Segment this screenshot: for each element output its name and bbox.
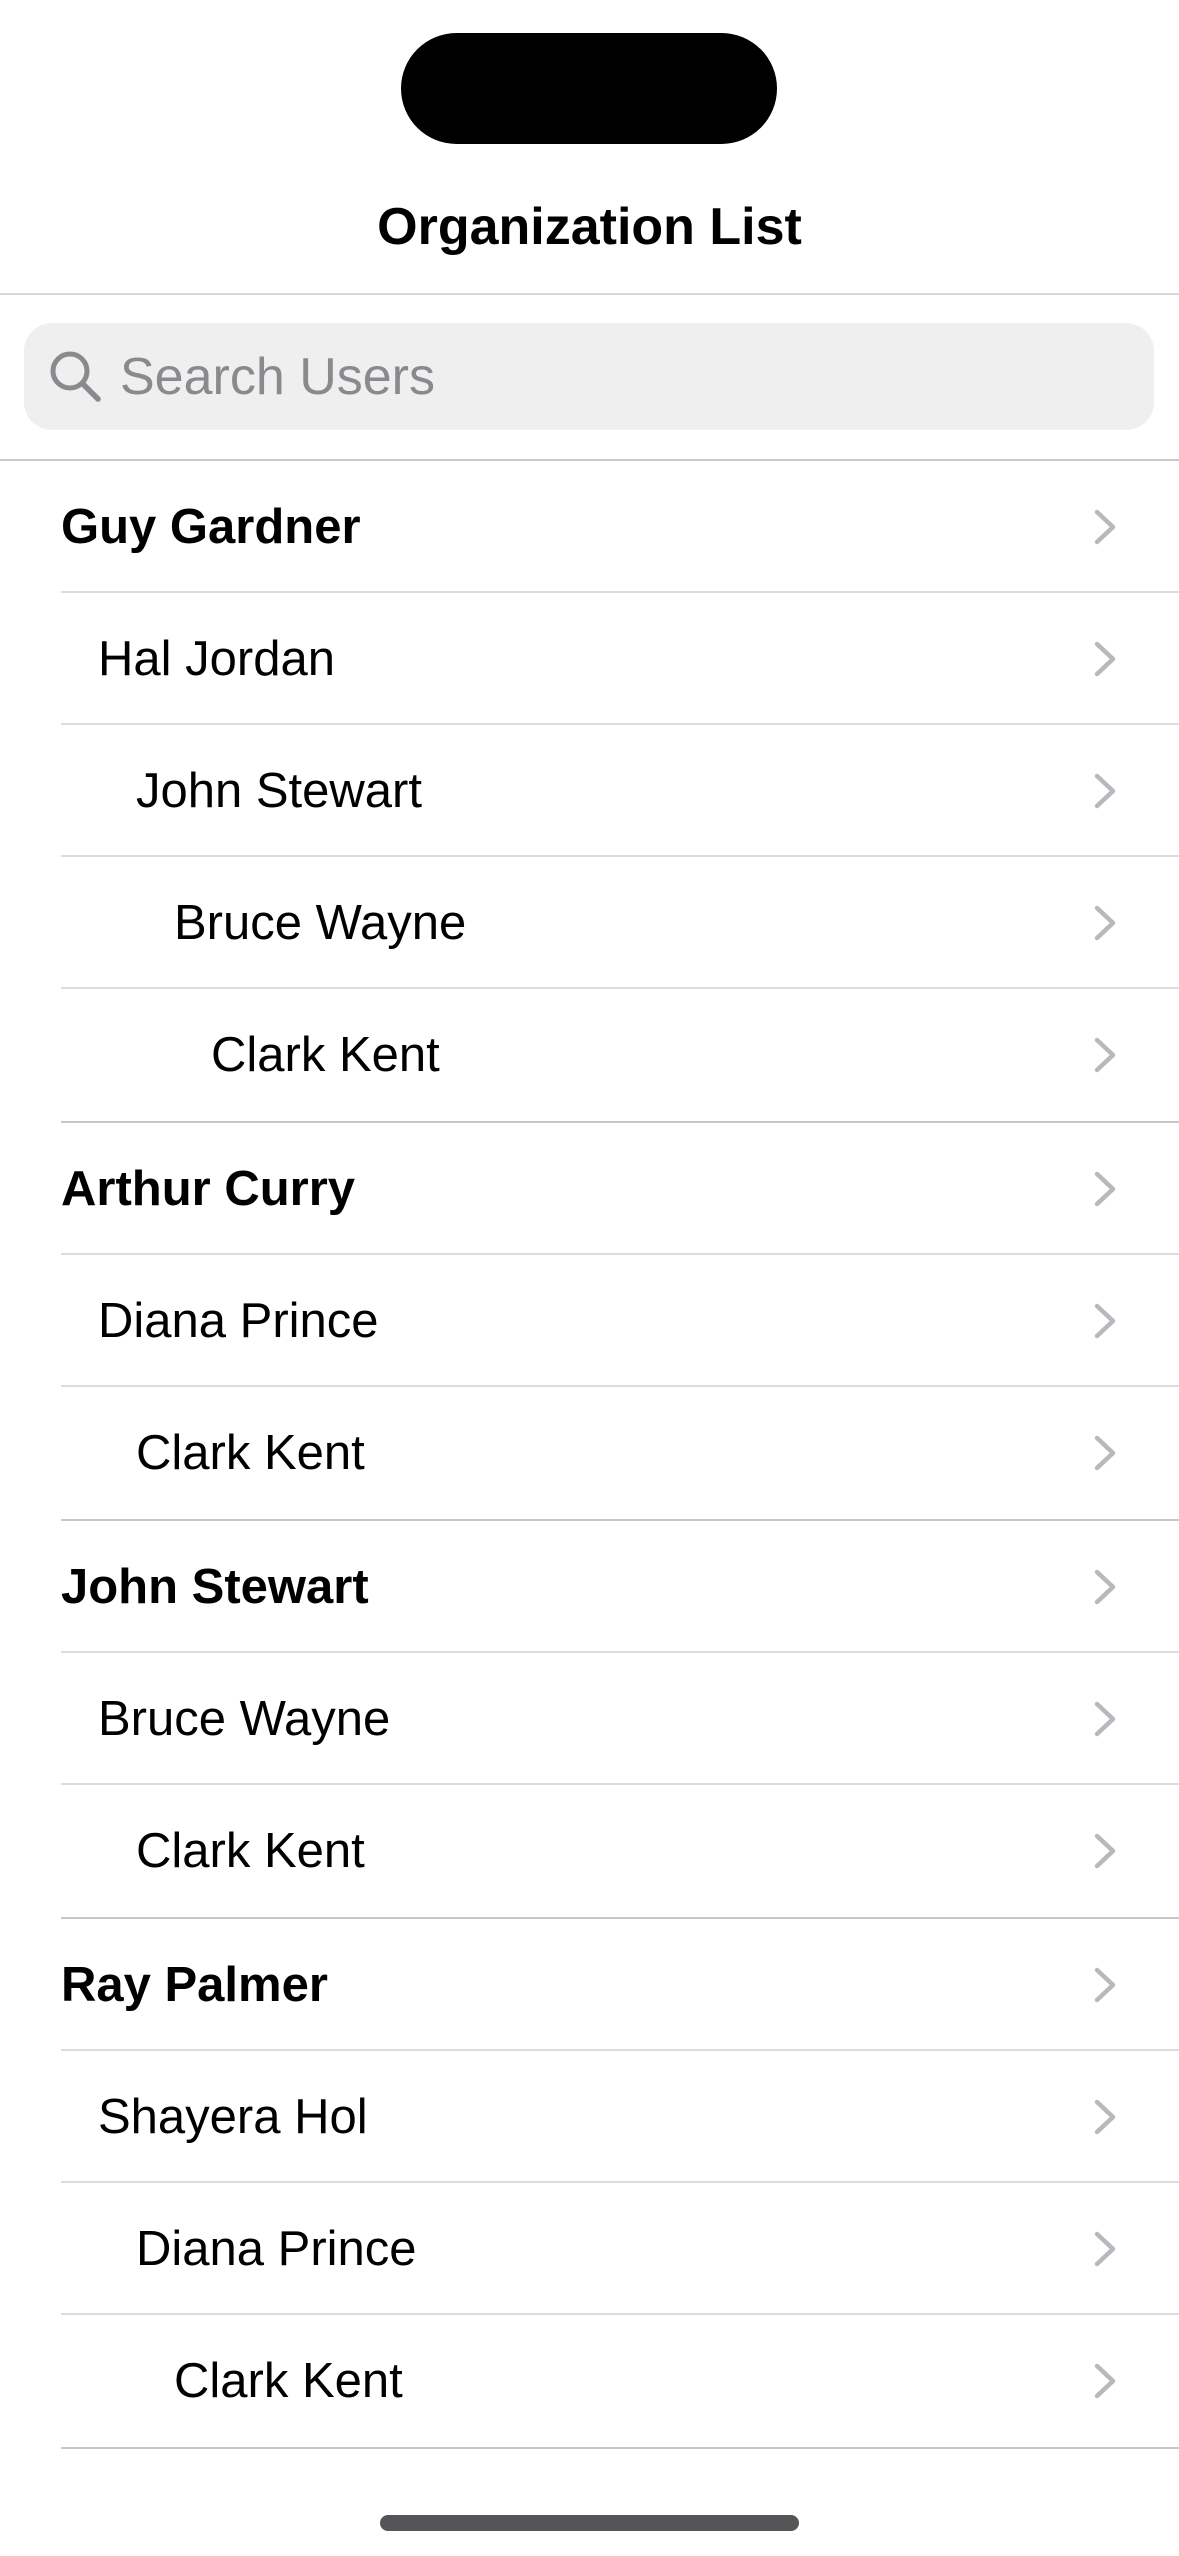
list-item[interactable]: Bruce Wayne xyxy=(0,1653,1179,1785)
chevron-right-icon xyxy=(1094,905,1116,941)
row-label: John Stewart xyxy=(136,764,422,818)
row-label: Ray Palmer xyxy=(61,1958,328,2012)
list-item[interactable]: Clark Kent xyxy=(0,1387,1179,1519)
list-item[interactable]: Clark Kent xyxy=(0,2315,1179,2447)
row-label: Guy Gardner xyxy=(61,500,361,554)
page-title: Organization List xyxy=(377,198,802,256)
chevron-right-icon xyxy=(1094,1833,1116,1869)
list-item[interactable]: Hal Jordan xyxy=(0,593,1179,725)
list-item[interactable]: Clark Kent xyxy=(0,989,1179,1121)
navigation-bar: Organization List xyxy=(0,0,1179,293)
group-divider xyxy=(61,2447,1179,2449)
row-label: Clark Kent xyxy=(136,1824,365,1878)
chevron-right-icon xyxy=(1094,1435,1116,1471)
org-group: Guy Gardner Hal Jordan John Stewart Bruce W… xyxy=(0,461,1179,1123)
group-head-row[interactable]: John Stewart xyxy=(0,1521,1179,1653)
search-icon xyxy=(50,351,101,402)
org-group: John Stewart Bruce Wayne Clark Kent xyxy=(0,1521,1179,1919)
chevron-right-icon xyxy=(1094,1569,1116,1605)
navigation-divider xyxy=(0,293,1179,295)
list-item[interactable]: Diana Prince xyxy=(0,2183,1179,2315)
org-group: Ray Palmer Shayera Hol Diana Prince Clark K… xyxy=(0,1919,1179,2449)
chevron-right-icon xyxy=(1094,2231,1116,2267)
row-label: Arthur Curry xyxy=(61,1162,356,1216)
search-input[interactable] xyxy=(114,323,1120,430)
home-indicator xyxy=(380,2515,799,2531)
chevron-right-icon xyxy=(1094,641,1116,677)
row-label: Bruce Wayne xyxy=(98,1692,391,1746)
chevron-right-icon xyxy=(1094,1701,1116,1737)
list-item[interactable]: Diana Prince xyxy=(0,1255,1179,1387)
list-item[interactable]: Bruce Wayne xyxy=(0,857,1179,989)
row-label: Clark Kent xyxy=(211,1028,440,1082)
chevron-right-icon xyxy=(1094,509,1116,545)
list-item[interactable]: John Stewart xyxy=(0,725,1179,857)
group-head-row[interactable]: Guy Gardner xyxy=(0,461,1179,593)
organization-list: Guy Gardner Hal Jordan John Stewart Bruce W… xyxy=(0,461,1179,2449)
row-label: Shayera Hol xyxy=(98,2090,368,2144)
row-label: Clark Kent xyxy=(174,2354,403,2408)
search-bar[interactable] xyxy=(24,323,1154,430)
chevron-right-icon xyxy=(1094,773,1116,809)
list-item[interactable]: Shayera Hol xyxy=(0,2051,1179,2183)
org-group: Arthur Curry Diana Prince Clark Kent xyxy=(0,1123,1179,1521)
list-item[interactable]: Clark Kent xyxy=(0,1785,1179,1917)
row-label: Diana Prince xyxy=(136,2222,417,2276)
chevron-right-icon xyxy=(1094,1303,1116,1339)
row-label: Hal Jordan xyxy=(98,632,335,686)
chevron-right-icon xyxy=(1094,1037,1116,1073)
chevron-right-icon xyxy=(1094,2099,1116,2135)
group-head-row[interactable]: Ray Palmer xyxy=(0,1919,1179,2051)
row-label: John Stewart xyxy=(61,1560,369,1614)
row-label: Diana Prince xyxy=(98,1294,379,1348)
row-label: Bruce Wayne xyxy=(174,896,467,950)
chevron-right-icon xyxy=(1094,1967,1116,2003)
chevron-right-icon xyxy=(1094,2363,1116,2399)
row-label: Clark Kent xyxy=(136,1426,365,1480)
chevron-right-icon xyxy=(1094,1171,1116,1207)
group-head-row[interactable]: Arthur Curry xyxy=(0,1123,1179,1255)
